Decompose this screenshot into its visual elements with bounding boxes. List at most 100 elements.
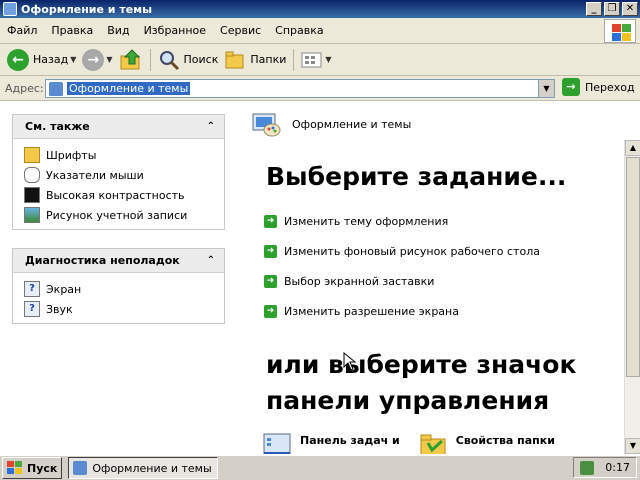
cp-item-label: Панель задач и <box>300 434 400 447</box>
start-label: Пуск <box>27 461 58 475</box>
troubleshoot-item-sound[interactable]: ? Звук <box>24 299 224 319</box>
task-arrow-icon: ➜ <box>264 214 277 228</box>
folders-icon <box>225 51 244 68</box>
go-arrow-icon: → <box>562 78 580 96</box>
taskbar-window-button[interactable]: Оформление и темы <box>68 457 219 479</box>
clock[interactable]: 0:17 <box>605 461 630 474</box>
back-dropdown-icon[interactable]: ▼ <box>70 55 76 64</box>
contrast-icon <box>24 187 40 203</box>
forward-button[interactable]: → ▼ <box>79 47 115 73</box>
mouse-icon <box>24 167 40 183</box>
go-button[interactable]: → Переход <box>562 78 635 96</box>
address-bar: Адрес: Оформление и темы ▼ → Переход <box>0 76 640 101</box>
search-label: Поиск <box>183 53 219 66</box>
vertical-scrollbar[interactable]: ▲ ▼ <box>624 140 640 454</box>
task-label: Изменить фоновый рисунок рабочего стола <box>284 244 540 258</box>
folder-fonts-icon <box>24 147 40 163</box>
folders-button[interactable]: Папки <box>221 47 289 73</box>
title-bar[interactable]: Оформление и темы _ ❐ ✕ <box>0 0 640 18</box>
address-dropdown-icon[interactable]: ▼ <box>538 80 554 97</box>
see-also-header[interactable]: См. также ⌃ <box>13 115 224 139</box>
task-arrow-icon: ➜ <box>264 274 277 288</box>
network-icon[interactable] <box>580 460 594 475</box>
views-icon <box>301 52 322 67</box>
up-folder-icon <box>120 48 140 69</box>
address-value[interactable]: Оформление и темы <box>67 82 191 95</box>
see-also-item-high-contrast[interactable]: Высокая контрастность <box>24 185 224 205</box>
see-also-item-label: Указатели мыши <box>46 168 144 182</box>
forward-dropdown-icon[interactable]: ▼ <box>106 55 112 64</box>
menu-edit[interactable]: Правка <box>44 24 100 37</box>
start-button[interactable]: Пуск <box>2 457 63 479</box>
troubleshoot-item-display[interactable]: ? Экран <box>24 279 224 299</box>
task-label: Изменить тему оформления <box>284 214 449 228</box>
category-title: Оформление и темы <box>292 117 412 131</box>
views-button[interactable]: ▼ <box>298 47 334 73</box>
back-label: Назад <box>33 53 69 66</box>
task-label: Выбор экранной заставки <box>284 274 435 288</box>
pick-icon-heading: или выберите значок панели управления <box>266 347 596 419</box>
content-area: См. также ⌃ Шрифты Указатели мыши Высока… <box>0 102 640 458</box>
see-also-item-mouse-pointers[interactable]: Указатели мыши <box>24 165 224 185</box>
menu-bar: Файл Правка Вид Избранное Сервис Справка <box>0 18 640 44</box>
scroll-down-icon[interactable]: ▼ <box>625 438 640 454</box>
task-change-background[interactable]: ➜ Изменить фоновый рисунок рабочего стол… <box>264 236 540 266</box>
system-tray: 0:17 <box>573 457 637 478</box>
collapse-chevron-icon[interactable]: ⌃ <box>207 255 215 266</box>
task-list: ➜ Изменить тему оформления ➜ Изменить фо… <box>264 206 540 326</box>
see-also-item-label: Рисунок учетной записи <box>46 208 188 222</box>
user-picture-icon <box>24 207 40 223</box>
window-icon[interactable] <box>3 2 17 16</box>
pick-task-heading: Выберите задание... <box>266 162 567 191</box>
menu-view[interactable]: Вид <box>100 24 136 37</box>
pick-icon-heading-line1: или выберите значок <box>266 350 577 379</box>
address-label: Адрес: <box>5 81 44 95</box>
close-button[interactable]: ✕ <box>622 2 638 16</box>
task-change-resolution[interactable]: ➜ Изменить разрешение экрана <box>264 296 540 326</box>
see-also-item-label: Шрифты <box>46 148 97 162</box>
see-also-title: См. также <box>25 120 90 133</box>
folders-label: Папки <box>250 53 287 66</box>
pick-icon-heading-line2: панели управления <box>266 386 550 415</box>
menu-file[interactable]: Файл <box>0 24 44 37</box>
mouse-cursor-icon <box>343 352 357 371</box>
collapse-chevron-icon[interactable]: ⌃ <box>207 121 215 132</box>
taskbar-window-label: Оформление и темы <box>92 461 212 475</box>
restore-button[interactable]: ❐ <box>604 2 620 16</box>
task-choose-screensaver[interactable]: ➜ Выбор экранной заставки <box>264 266 540 296</box>
task-label: Изменить разрешение экрана <box>284 304 459 318</box>
back-button[interactable]: ← Назад ▼ <box>4 47 79 73</box>
address-input[interactable]: Оформление и темы ▼ <box>45 79 555 98</box>
help-icon: ? <box>24 301 40 317</box>
menu-favorites[interactable]: Избранное <box>137 24 213 37</box>
control-panel-icon <box>73 461 88 475</box>
appearance-themes-icon <box>252 113 281 137</box>
up-folder-button[interactable] <box>116 47 146 73</box>
forward-arrow-icon: → <box>82 48 105 71</box>
category-header: Оформление и темы <box>250 108 411 140</box>
troubleshoot-list: ? Экран ? Звук <box>13 273 224 323</box>
see-also-item-fonts[interactable]: Шрифты <box>24 145 224 165</box>
see-also-item-user-picture[interactable]: Рисунок учетной записи <box>24 205 224 225</box>
see-also-panel: См. также ⌃ Шрифты Указатели мыши Высока… <box>12 114 225 230</box>
minimize-button[interactable]: _ <box>586 2 602 16</box>
windows-flag-icon <box>7 461 23 475</box>
window-title: Оформление и темы <box>21 2 153 16</box>
search-icon <box>159 50 179 70</box>
back-arrow-icon: ← <box>7 48 29 71</box>
scroll-thumb[interactable] <box>626 157 640 377</box>
troubleshoot-header[interactable]: Диагностика неполадок ⌃ <box>13 249 224 273</box>
task-arrow-icon: ➜ <box>264 244 277 258</box>
taskbar: Пуск Оформление и темы 0:17 <box>0 454 640 480</box>
menu-help[interactable]: Справка <box>268 24 330 37</box>
see-also-item-label: Высокая контрастность <box>46 188 185 202</box>
toolbar-separator <box>293 48 295 71</box>
views-dropdown-icon[interactable]: ▼ <box>325 55 331 64</box>
troubleshoot-item-label: Звук <box>46 302 73 316</box>
cp-item-label: Свойства папки <box>455 434 555 447</box>
scroll-up-icon[interactable]: ▲ <box>625 140 640 156</box>
menu-tools[interactable]: Сервис <box>213 24 268 37</box>
toolbar-separator <box>149 48 151 71</box>
task-change-theme[interactable]: ➜ Изменить тему оформления <box>264 206 540 236</box>
search-button[interactable]: Поиск <box>155 47 222 73</box>
